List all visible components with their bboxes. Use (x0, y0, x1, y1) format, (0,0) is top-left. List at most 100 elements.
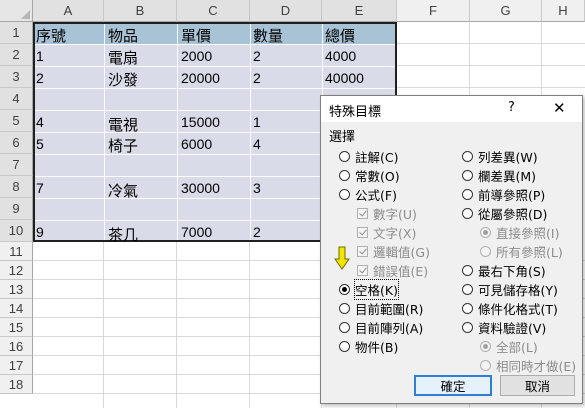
option-same[interactable]: 相同時才做(E) (480, 356, 576, 374)
row-header-2[interactable]: 2 (0, 44, 33, 66)
column-header-b[interactable]: B (104, 0, 177, 22)
cell-b10[interactable]: 茶几 (108, 224, 138, 245)
radio-selected-icon (480, 340, 491, 352)
cell-a5[interactable]: 4 (36, 114, 44, 130)
help-button[interactable]: ? (508, 100, 515, 115)
cell-c5[interactable]: 15000 (181, 114, 220, 130)
cell-c8[interactable]: 30000 (181, 180, 220, 196)
dialog-titlebar[interactable]: 特殊目標 ? ✕ (321, 96, 582, 122)
row-header-12[interactable]: 12 (0, 261, 33, 280)
row-header-10[interactable]: 10 (0, 220, 33, 242)
row-header-4[interactable]: 4 (0, 88, 33, 110)
option-visible-cells[interactable]: 可見儲存格(Y) (462, 280, 558, 298)
cell-d3[interactable]: 2 (253, 70, 261, 86)
option-conditional-formats[interactable]: 條件化格式(T) (462, 299, 558, 317)
cell-b8[interactable]: 冷氣 (108, 180, 138, 201)
cell-c6[interactable]: 6000 (181, 136, 212, 152)
option-precedents[interactable]: 前導參照(P) (462, 185, 545, 203)
check-errors[interactable]: 錯誤值(E) (357, 261, 428, 279)
option-blanks[interactable]: 空格(K) (339, 278, 399, 300)
cell-d2[interactable]: 2 (253, 48, 261, 64)
cell-a2[interactable]: 1 (36, 48, 44, 64)
cell-e3[interactable]: 40000 (325, 70, 364, 86)
row-header-7[interactable]: 7 (0, 154, 33, 176)
row-header-3[interactable]: 3 (0, 66, 33, 88)
cell-a10[interactable]: 9 (36, 224, 44, 240)
cell-c1[interactable]: 單價 (181, 25, 211, 46)
radio-icon (480, 359, 491, 371)
column-header-a[interactable]: A (33, 0, 104, 22)
cell-a8[interactable]: 7 (36, 180, 44, 196)
cell-b3[interactable]: 沙發 (108, 69, 138, 90)
cancel-button[interactable]: 取消 (500, 375, 575, 396)
check-numbers[interactable]: 數字(U) (357, 204, 417, 222)
option-label: 文字(X) (373, 225, 417, 241)
radio-icon (339, 169, 350, 181)
cell-e1[interactable]: 總價 (325, 25, 355, 46)
cell-c3[interactable]: 20000 (181, 70, 220, 86)
option-direct-only[interactable]: 直接參照(I) (480, 223, 559, 241)
go-to-special-dialog: 特殊目標 ? ✕ 選擇 註解(C) 常數(O) 公式(F) 數字(U) 文字(X… (320, 95, 583, 404)
cell-b6[interactable]: 椅子 (108, 135, 138, 156)
row-header-11[interactable]: 11 (0, 242, 33, 261)
checkbox-icon (357, 245, 368, 257)
row-header-16[interactable]: 16 (0, 337, 33, 356)
cell-d1[interactable]: 數量 (253, 25, 283, 46)
column-header-f[interactable]: F (397, 0, 470, 22)
option-label: 所有參照(L) (496, 244, 563, 260)
row-header-6[interactable]: 6 (0, 132, 33, 154)
row-header-15[interactable]: 15 (0, 318, 33, 337)
column-header-d[interactable]: D (250, 0, 322, 22)
ok-button[interactable]: 確定 (414, 375, 492, 396)
option-dependents[interactable]: 從屬參照(D) (462, 204, 547, 222)
option-comments[interactable]: 註解(C) (339, 147, 398, 165)
option-last-cell[interactable]: 最右下角(S) (462, 261, 546, 279)
option-label: 空格(K) (354, 278, 399, 300)
option-formulas[interactable]: 公式(F) (339, 185, 397, 203)
option-row-differences[interactable]: 列差異(W) (462, 147, 538, 165)
cell-a6[interactable]: 5 (36, 136, 44, 152)
row-header-13[interactable]: 13 (0, 280, 33, 299)
column-header-c[interactable]: C (177, 0, 250, 22)
range-grid-line (35, 88, 395, 89)
option-objects[interactable]: 物件(B) (339, 337, 398, 355)
cell-e2[interactable]: 4000 (325, 48, 356, 64)
close-icon[interactable]: ✕ (553, 99, 566, 117)
column-header-g[interactable]: G (470, 0, 542, 22)
option-column-differences[interactable]: 欄差異(M) (462, 166, 536, 184)
cell-d5[interactable]: 1 (253, 114, 261, 130)
cell-d10[interactable]: 2 (253, 224, 261, 240)
check-text[interactable]: 文字(X) (357, 223, 416, 241)
option-label: 最右下角(S) (478, 263, 546, 279)
row-header-14[interactable]: 14 (0, 299, 33, 318)
option-constants[interactable]: 常數(O) (339, 166, 400, 184)
cell-a3[interactable]: 2 (36, 70, 44, 86)
option-current-array[interactable]: 目前陣列(A) (339, 318, 423, 336)
cell-c10[interactable]: 7000 (181, 224, 212, 240)
cell-a1[interactable]: 序號 (36, 25, 66, 46)
cell-c2[interactable]: 2000 (181, 48, 212, 64)
cell-d6[interactable]: 4 (253, 136, 261, 152)
row-header-9[interactable]: 9 (0, 198, 33, 220)
cell-d8[interactable]: 3 (253, 180, 261, 196)
option-data-validation[interactable]: 資料驗證(V) (462, 318, 546, 336)
row-header-5[interactable]: 5 (0, 110, 33, 132)
cell-b5[interactable]: 電視 (108, 114, 138, 135)
range-grid-line (104, 24, 105, 240)
check-logicals[interactable]: 邏輯值(G) (357, 242, 430, 260)
option-current-region[interactable]: 目前範圍(R) (339, 299, 423, 317)
select-all-corner[interactable] (0, 0, 33, 22)
row-header-1[interactable]: 1 (0, 22, 33, 44)
option-all[interactable]: 全部(L) (480, 337, 538, 355)
row-header-18[interactable]: 18 (0, 375, 33, 394)
option-all-levels[interactable]: 所有參照(L) (480, 242, 563, 260)
column-header-h[interactable]: H (542, 0, 585, 22)
row-header-17[interactable]: 17 (0, 356, 33, 375)
radio-icon (480, 245, 491, 257)
option-label: 條件化格式(T) (478, 301, 558, 317)
cell-b2[interactable]: 電扇 (108, 47, 138, 68)
radio-icon (339, 340, 350, 352)
cell-b1[interactable]: 物品 (108, 25, 138, 46)
column-header-e[interactable]: E (322, 0, 397, 22)
row-header-8[interactable]: 8 (0, 176, 33, 198)
